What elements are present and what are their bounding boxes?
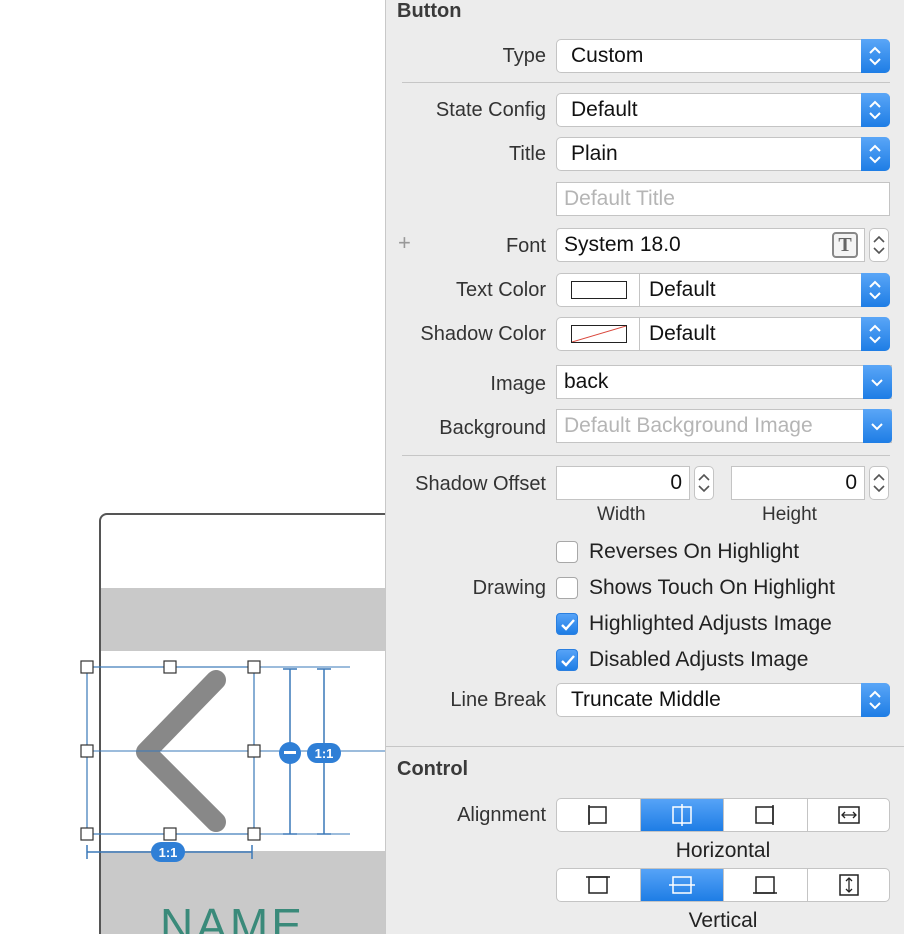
text-color-value: Default [649, 278, 716, 301]
horizontal-alignment-control[interactable] [556, 798, 890, 832]
selection-overlay: 1:1 1:1 [80, 660, 385, 862]
updown-arrows-icon [861, 273, 890, 307]
align-top-button[interactable] [557, 869, 641, 901]
chevron-down-icon[interactable] [863, 409, 892, 443]
fill-horizontal-icon [837, 806, 860, 824]
font-value: System 18.0 [564, 233, 681, 256]
font-size-stepper[interactable] [869, 228, 889, 262]
title-text-field[interactable]: Default Title [556, 182, 890, 216]
divider [402, 455, 890, 456]
image-value: back [564, 370, 609, 393]
shadow-offset-label: Shadow Offset [415, 473, 546, 495]
shadow-color-popup[interactable]: Default [556, 317, 890, 351]
shadow-width-field[interactable]: 0 [556, 466, 690, 500]
svg-text:1:1: 1:1 [315, 746, 334, 761]
section-divider [386, 746, 904, 747]
shows-touch-checkbox[interactable] [556, 577, 578, 599]
state-config-popup[interactable]: Default [556, 93, 890, 127]
font-label: Font [505, 235, 546, 257]
vertical-caption: Vertical [688, 909, 758, 932]
reverses-label[interactable]: Reverses On Highlight [589, 540, 799, 564]
shadow-color-label: Shadow Color [420, 323, 546, 345]
title-value: Plain [571, 142, 618, 165]
shadow-height-stepper[interactable] [869, 466, 889, 500]
background-placeholder: Default Background Image [564, 414, 813, 437]
align-left-button[interactable] [557, 799, 641, 831]
background-combo[interactable]: Default Background Image [556, 409, 892, 443]
font-field[interactable]: System 18.0 T [556, 228, 865, 262]
disabled-adjusts-label[interactable]: Disabled Adjusts Image [589, 648, 808, 672]
line-break-label: Line Break [450, 689, 546, 711]
align-right-button[interactable] [724, 799, 808, 831]
type-label: Type [502, 45, 546, 67]
align-center-vertical-icon [668, 876, 695, 894]
separator [639, 318, 640, 350]
shadow-width-stepper[interactable] [694, 466, 714, 500]
text-color-label: Text Color [455, 279, 546, 301]
image-label: Image [490, 373, 546, 395]
reverses-checkbox[interactable] [556, 541, 578, 563]
highlighted-adjusts-label[interactable]: Highlighted Adjusts Image [589, 612, 832, 636]
font-picker-icon[interactable]: T [832, 232, 858, 258]
line-break-popup[interactable]: Truncate Middle [556, 683, 890, 717]
alignment-label: Alignment [457, 804, 546, 826]
updown-arrows-icon [861, 39, 890, 73]
align-fill-vertical-button[interactable] [808, 869, 890, 901]
drawing-label: Drawing [472, 577, 546, 599]
align-top-icon [586, 876, 610, 894]
updown-arrows-icon [861, 137, 890, 171]
align-left-icon [588, 805, 607, 825]
line-break-value: Truncate Middle [571, 688, 721, 711]
align-bottom-button[interactable] [724, 869, 808, 901]
align-center-vertical-button[interactable] [640, 869, 724, 901]
width-caption: Width [597, 504, 646, 525]
highlighted-adjusts-checkbox[interactable] [556, 613, 578, 635]
svg-text:1:1: 1:1 [159, 845, 178, 860]
font-variation-add-button[interactable]: + [398, 230, 411, 256]
text-color-popup[interactable]: Default [556, 273, 890, 307]
control-section-title: Control [397, 758, 469, 780]
vertical-alignment-control[interactable] [556, 868, 890, 902]
type-value: Custom [571, 44, 644, 67]
updown-arrows-icon [861, 683, 890, 717]
shows-touch-label[interactable]: Shows Touch On Highlight [589, 576, 835, 600]
height-caption: Height [762, 504, 817, 525]
fill-vertical-icon [838, 874, 859, 896]
checkmark-icon [561, 619, 575, 631]
text-color-swatch[interactable] [571, 281, 627, 299]
attributes-inspector: Button Type Custom State Config Default … [385, 0, 904, 934]
disabled-adjusts-checkbox[interactable] [556, 649, 578, 671]
horizontal-caption: Horizontal [675, 839, 771, 862]
align-center-horizontal-button[interactable] [640, 799, 724, 831]
align-center-horizontal-icon [671, 804, 692, 826]
background-label: Background [439, 417, 546, 439]
align-right-icon [755, 805, 774, 825]
updown-arrows-icon [861, 93, 890, 127]
align-fill-horizontal-button[interactable] [808, 799, 890, 831]
title-label: Title [508, 143, 546, 165]
button-section-title: Button [397, 0, 462, 22]
state-config-label: State Config [435, 99, 546, 121]
checkmark-icon [561, 655, 575, 667]
storyboard-canvas[interactable]: NAME 1:1 1:1 [0, 0, 385, 934]
updown-arrows-icon [861, 317, 890, 351]
shadow-height-field[interactable]: 0 [731, 466, 865, 500]
chevron-down-icon[interactable] [863, 365, 892, 399]
align-bottom-icon [753, 876, 777, 894]
state-config-value: Default [571, 98, 638, 121]
image-combo[interactable]: back [556, 365, 892, 399]
separator [639, 274, 640, 306]
type-popup[interactable]: Custom [556, 39, 890, 73]
shadow-color-swatch[interactable] [571, 325, 627, 343]
shadow-color-value: Default [649, 322, 716, 345]
divider [402, 82, 890, 83]
title-popup[interactable]: Plain [556, 137, 890, 171]
